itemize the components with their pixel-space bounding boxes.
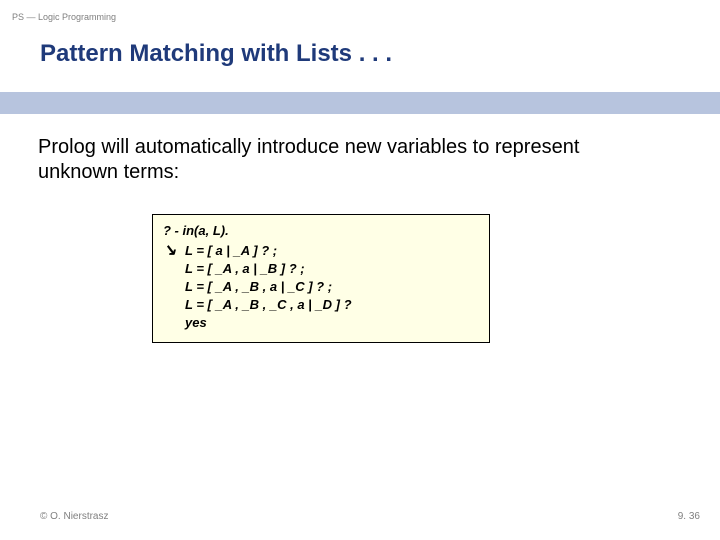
body-paragraph: Prolog will automatically introduce new … bbox=[38, 135, 598, 185]
code-box: ? - in(a, L). ↘ L = [ a | _A ] ? ; L = [… bbox=[152, 214, 490, 343]
page-header-breadcrumb: PS — Logic Programming bbox=[12, 12, 116, 22]
prolog-result-lines: L = [ a | _A ] ? ; L = [ _A , a | _B ] ?… bbox=[185, 242, 352, 332]
slide-title: Pattern Matching with Lists . . . bbox=[40, 40, 392, 68]
prolog-result-block: ↘ L = [ a | _A ] ? ; L = [ _A , a | _B ]… bbox=[163, 242, 479, 332]
result-arrow-icon: ↘ bbox=[163, 242, 185, 260]
title-band: Pattern Matching with Lists . . . bbox=[0, 30, 720, 92]
footer-copyright: © O. Nierstrasz bbox=[40, 511, 109, 522]
accent-band bbox=[0, 92, 720, 114]
prolog-query: ? - in(a, L). bbox=[163, 223, 479, 238]
footer-page-number: 9. 36 bbox=[678, 511, 700, 522]
